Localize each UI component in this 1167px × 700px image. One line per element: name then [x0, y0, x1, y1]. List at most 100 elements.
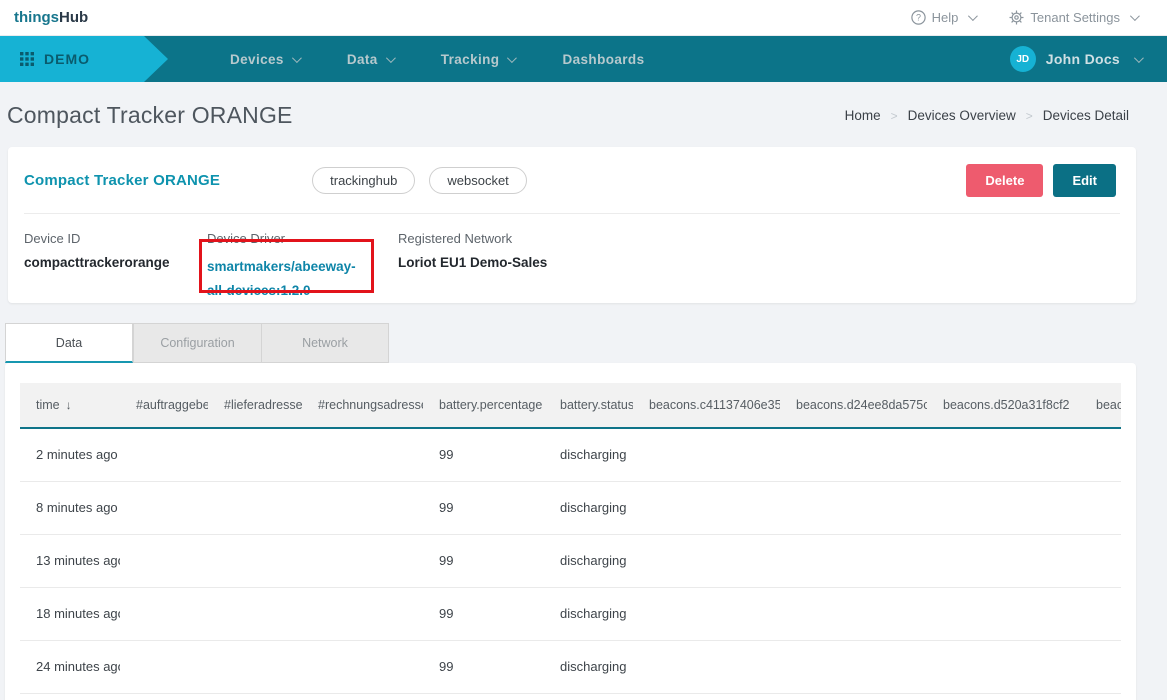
- device-fields: Device IDcompacttrackerorangeDevice Driv…: [8, 214, 1136, 304]
- table-cell: [302, 640, 423, 693]
- logo-things: things: [14, 9, 59, 26]
- table-cell: discharging: [544, 640, 633, 693]
- field-label: Device Driver: [207, 231, 398, 246]
- column-label: beacons.c41137406e35: [649, 398, 780, 412]
- tab-bar: DataConfigurationNetwork: [5, 323, 1167, 363]
- table-body: 2 minutes ago99discharging8 minutes ago9…: [20, 428, 1121, 693]
- table-cell: [927, 587, 1080, 640]
- table-cell: discharging: [544, 481, 633, 534]
- breadcrumb-item-devices-overview[interactable]: Devices Overview: [908, 108, 1016, 123]
- device-data-table: time↓ #auftraggeber#lieferadresse#rechnun…: [20, 383, 1121, 694]
- thingshub-logo[interactable]: thingsHub: [14, 9, 88, 26]
- table-cell: [780, 534, 927, 587]
- table-header-row: time↓ #auftraggeber#lieferadresse#rechnun…: [20, 383, 1121, 428]
- breadcrumb-separator-icon: >: [891, 109, 898, 123]
- table-cell: [780, 428, 927, 481]
- table-cell: [1080, 428, 1121, 481]
- delete-button[interactable]: Delete: [966, 164, 1043, 197]
- table-cell: [208, 587, 302, 640]
- field-registered-network: Registered Network Loriot EU1 Demo-Sales: [398, 231, 589, 304]
- column-header-beacons-d520a31f8cf2[interactable]: beacons.d520a31f8cf2: [927, 383, 1080, 428]
- help-label: Help: [932, 10, 959, 25]
- table-cell: [120, 587, 208, 640]
- table-cell: [302, 481, 423, 534]
- nav-menu-label: Data: [347, 52, 378, 67]
- page-title: Compact Tracker ORANGE: [7, 102, 293, 129]
- table-cell: discharging: [544, 534, 633, 587]
- table-cell: [633, 428, 780, 481]
- table-row[interactable]: 8 minutes ago99discharging: [20, 481, 1121, 534]
- table-cell: [1080, 534, 1121, 587]
- breadcrumb: Home > Devices Overview > Devices Detail: [845, 108, 1129, 123]
- column-header--rechnungsadresse[interactable]: #rechnungsadresse: [302, 383, 423, 428]
- column-header-battery-percentage[interactable]: battery.percentage: [423, 383, 544, 428]
- breadcrumb-item-home[interactable]: Home: [845, 108, 881, 123]
- table-cell: 99: [423, 428, 544, 481]
- nav-menus: Devices Data TrackingDashboards: [210, 36, 664, 82]
- device-tags: trackinghubwebsocket: [312, 167, 527, 194]
- tenant-settings-label: Tenant Settings: [1030, 10, 1120, 25]
- column-header--auftraggeber[interactable]: #auftraggeber: [120, 383, 208, 428]
- column-header-beaco[interactable]: beaco: [1080, 383, 1121, 428]
- table-cell: discharging: [544, 587, 633, 640]
- nav-menu-dashboards[interactable]: Dashboards: [542, 36, 664, 82]
- nav-menu-tracking[interactable]: Tracking: [421, 36, 535, 82]
- chevron-down-icon: [1130, 11, 1140, 21]
- chevron-down-icon: [1134, 53, 1144, 63]
- table-cell: [208, 534, 302, 587]
- column-label: battery.percentage: [439, 398, 542, 412]
- field-label: Registered Network: [398, 231, 589, 246]
- breadcrumb-item-devices-detail[interactable]: Devices Detail: [1043, 108, 1129, 123]
- breadcrumb-separator-icon: >: [1026, 109, 1033, 123]
- table-cell: 99: [423, 534, 544, 587]
- grid-icon: [20, 52, 34, 66]
- column-header--lieferadresse[interactable]: #lieferadresse: [208, 383, 302, 428]
- table-cell: discharging: [544, 428, 633, 481]
- tenant-selector[interactable]: DEMO: [0, 36, 168, 82]
- table-card: time↓ #auftraggeber#lieferadresse#rechnun…: [5, 363, 1136, 700]
- column-label: beaco: [1096, 398, 1121, 412]
- nav-menu-data[interactable]: Data: [327, 36, 413, 82]
- table-cell: [302, 587, 423, 640]
- column-header-time[interactable]: time↓: [20, 383, 120, 428]
- main-nav-bar: DEMO Devices Data TrackingDashboards JD Jo…: [0, 36, 1167, 82]
- nav-menu-devices[interactable]: Devices: [210, 36, 319, 82]
- table-cell: 99: [423, 640, 544, 693]
- table-cell: [780, 587, 927, 640]
- table-cell: 8 minutes ago: [20, 481, 120, 534]
- table-cell: [780, 481, 927, 534]
- table-row[interactable]: 2 minutes ago 99discharging: [20, 428, 1121, 481]
- table-scroll-area[interactable]: time↓ #auftraggeber#lieferadresse#rechnun…: [20, 383, 1121, 700]
- tenant-settings-menu[interactable]: Tenant Settings: [1009, 10, 1137, 25]
- table-row[interactable]: 24 minutes ago 99discharging: [20, 640, 1121, 693]
- table-cell: 24 minutes ago: [20, 640, 120, 693]
- field-device-driver: Device Driver smartmakers/abeeway-all-dev…: [207, 231, 398, 304]
- table-cell: [633, 534, 780, 587]
- table-row[interactable]: 13 minutes ago99discharging: [20, 534, 1121, 587]
- table-cell: [633, 481, 780, 534]
- column-label: #auftraggeber: [136, 398, 208, 412]
- top-bar: thingsHub ? Help Tenant Setting: [0, 0, 1167, 36]
- help-menu[interactable]: ? Help: [911, 10, 976, 25]
- device-name: Compact Tracker ORANGE: [24, 172, 220, 189]
- field-value: Loriot EU1 Demo-Sales: [398, 255, 589, 270]
- help-icon: ?: [911, 10, 926, 25]
- svg-text:?: ?: [916, 13, 921, 23]
- gear-icon: [1009, 10, 1024, 25]
- field-label: Device ID: [24, 231, 207, 246]
- column-header-battery-status[interactable]: battery.status: [544, 383, 633, 428]
- edit-button[interactable]: Edit: [1053, 164, 1116, 197]
- table-cell: [633, 587, 780, 640]
- field-value[interactable]: smartmakers/abeeway-all-devices:1.2.0: [207, 255, 369, 304]
- column-header-beacons-c41137406e35[interactable]: beacons.c41137406e35: [633, 383, 780, 428]
- table-cell: [1080, 640, 1121, 693]
- column-label: time: [36, 398, 60, 412]
- table-row[interactable]: 18 minutes ago99discharging: [20, 587, 1121, 640]
- tab-network[interactable]: Network: [261, 323, 389, 363]
- table-cell: 2 minutes ago: [20, 428, 120, 481]
- tab-configuration[interactable]: Configuration: [133, 323, 261, 363]
- column-header-beacons-d24ee8da575c[interactable]: beacons.d24ee8da575c: [780, 383, 927, 428]
- tab-data[interactable]: Data: [5, 323, 133, 363]
- logo-hub: Hub: [59, 9, 88, 26]
- user-menu[interactable]: JD John Docs: [1010, 46, 1141, 72]
